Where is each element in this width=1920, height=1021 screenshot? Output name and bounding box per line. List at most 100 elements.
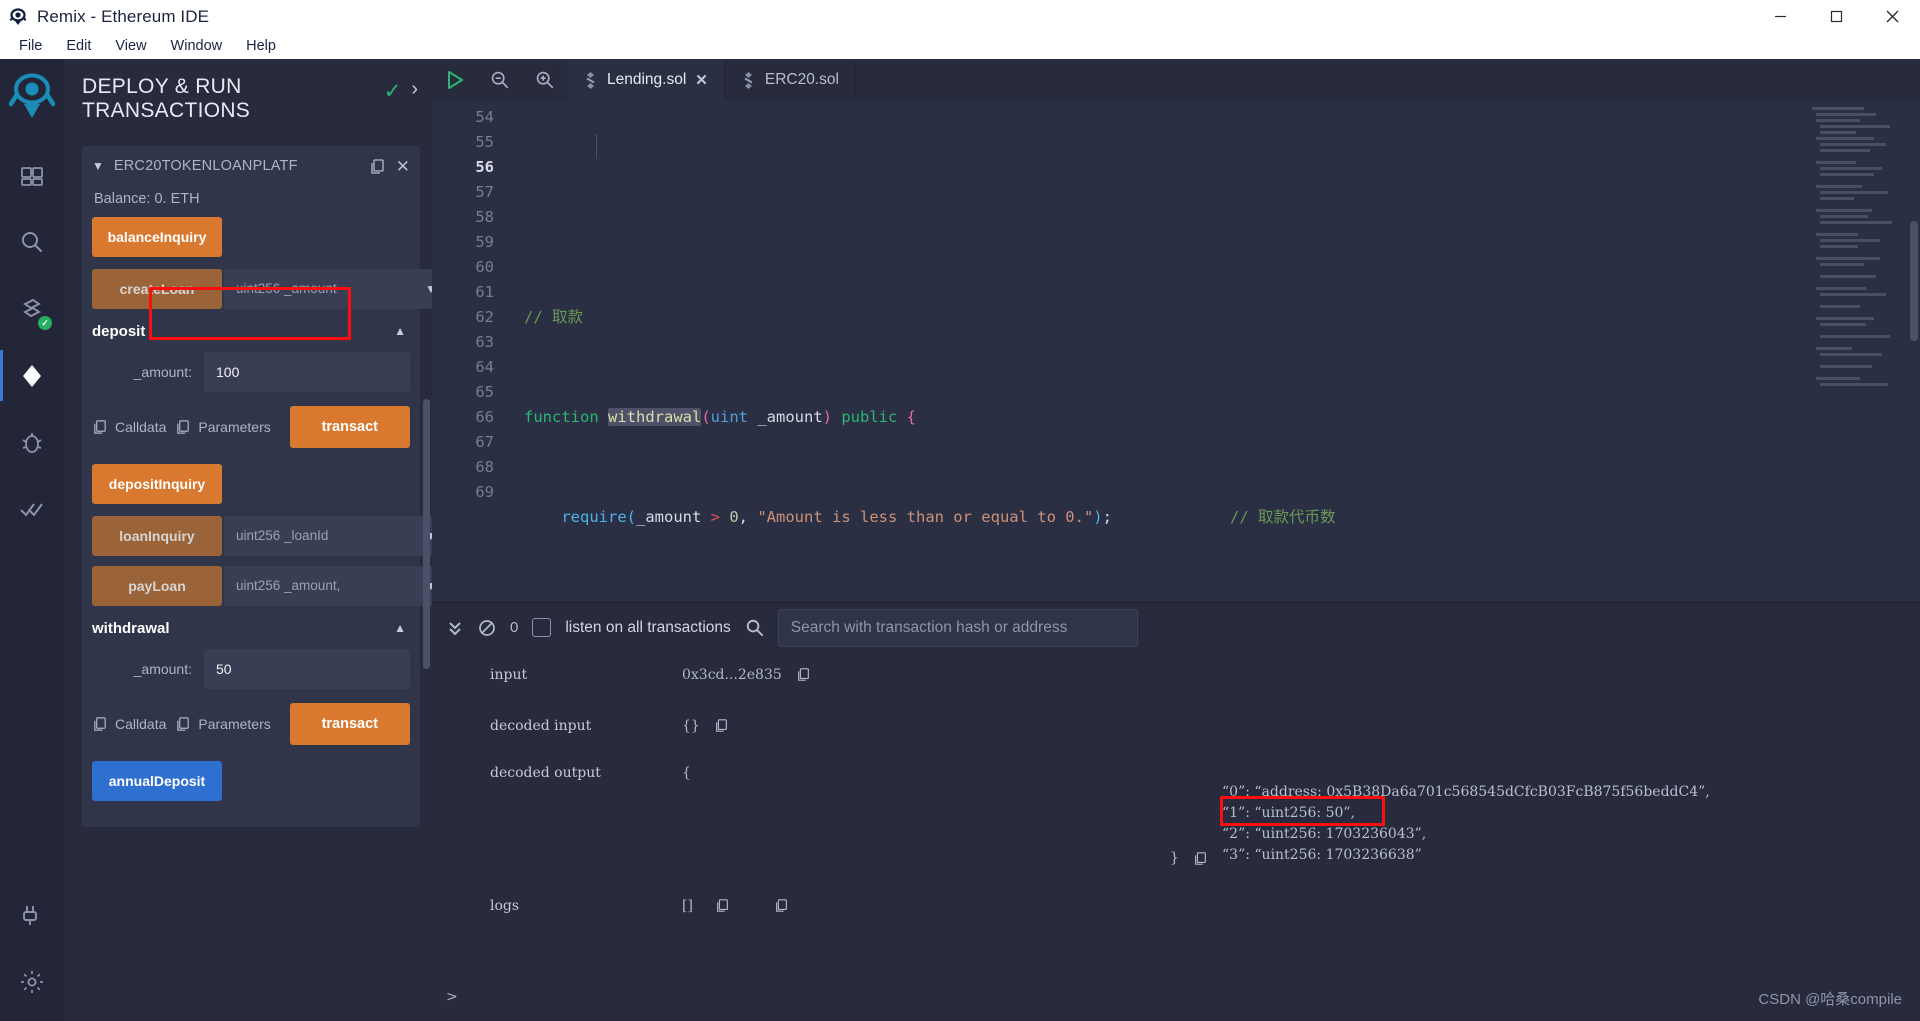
- solidity-file-icon: [583, 71, 598, 89]
- deposit-amount-input[interactable]: [204, 351, 410, 392]
- solidity-file-icon: [741, 71, 756, 89]
- tab-ERC20-sol[interactable]: ERC20.sol: [725, 59, 856, 101]
- annualDeposit-button[interactable]: annualDeposit: [92, 760, 222, 801]
- loanInquiry-input[interactable]: [224, 515, 425, 556]
- row-value-group: []: [682, 898, 789, 914]
- chevron-up-icon[interactable]: ▲: [394, 621, 410, 635]
- copy-icon[interactable]: [796, 667, 811, 682]
- maximize-icon[interactable]: [1808, 0, 1864, 33]
- panel-scroll-region: ▼ ERC20TOKENLOANPLATF ✕ Balance: 0. ETH …: [64, 134, 432, 1021]
- plugin-manager-icon[interactable]: [0, 881, 64, 948]
- chevron-down-icon[interactable]: ▼: [92, 159, 104, 173]
- line-number: 54: [475, 108, 494, 126]
- code-editor[interactable]: 54 55 56 57 58 59 60 61 62 63 64 65 66 6…: [432, 101, 1920, 602]
- withdrawal-calldata-copy[interactable]: Calldata: [92, 716, 166, 732]
- decoded-entry-1: “1”: “uint256: 50”,: [1222, 805, 1355, 821]
- activity-rail: ✓: [0, 59, 64, 1021]
- terminal-prompt-caret[interactable]: >: [446, 989, 458, 1005]
- deposit-section-header[interactable]: deposit ▲: [92, 323, 410, 340]
- menu-view[interactable]: View: [104, 35, 157, 57]
- payLoan-input[interactable]: [224, 565, 425, 606]
- file-explorer-icon[interactable]: [0, 141, 64, 208]
- row-value: {}: [682, 718, 700, 734]
- withdrawal-transact-button[interactable]: transact: [289, 702, 410, 745]
- row-key: logs: [490, 898, 520, 914]
- parameters-label: Parameters: [198, 715, 271, 732]
- code-line-55: // 取款: [524, 305, 1920, 330]
- listen-all-transactions-label[interactable]: listen on all transactions: [565, 619, 730, 637]
- copy-icon[interactable]: [715, 898, 730, 913]
- window-titlebar: Remix - Ethereum IDE: [0, 0, 1920, 33]
- contract-instance-card: ▼ ERC20TOKENLOANPLATF ✕ Balance: 0. ETH …: [82, 145, 432, 827]
- search-icon[interactable]: [0, 208, 64, 275]
- play-run-icon[interactable]: [432, 59, 477, 101]
- line57-comment: // 取款代币数: [1229, 508, 1336, 526]
- remix-logo-icon: [8, 7, 28, 27]
- depositInquiry-button[interactable]: depositInquiry: [92, 463, 222, 504]
- decoded-entry-2: “2”: “uint256: 1703236043”,: [1222, 826, 1427, 842]
- function-row-depositInquiry: depositInquiry: [92, 463, 410, 504]
- row-value-group: 0x3cd...2e835: [682, 667, 811, 683]
- deploy-run-panel: DEPLOY & RUN TRANSACTIONS ✓ › ▼ ERC20TOK…: [64, 59, 432, 1021]
- createLoan-input[interactable]: [224, 268, 425, 309]
- zoom-in-icon[interactable]: [522, 59, 567, 101]
- menu-window[interactable]: Window: [160, 35, 234, 57]
- menu-edit[interactable]: Edit: [55, 35, 102, 57]
- function-row-annualDeposit: annualDeposit: [92, 760, 410, 801]
- copy-icon[interactable]: [1193, 851, 1208, 866]
- search-icon[interactable]: [745, 618, 764, 637]
- checkmark-icon: ✓: [383, 80, 402, 103]
- copy-icon[interactable]: [369, 158, 386, 175]
- unit-testing-icon[interactable]: [0, 476, 64, 543]
- editor-minimap[interactable]: [1810, 101, 1906, 602]
- transaction-count: 0: [510, 619, 519, 636]
- compiler-success-badge: ✓: [38, 316, 52, 330]
- payLoan-button[interactable]: payLoan: [92, 565, 222, 606]
- withdrawal-amount-input[interactable]: [204, 648, 410, 689]
- tab-Lending-sol[interactable]: Lending.sol ✕: [567, 59, 725, 101]
- listen-all-transactions-checkbox[interactable]: [532, 618, 552, 637]
- line-number-gutter: 54 55 56 57 58 59 60 61 62 63 64 65 66 6…: [432, 105, 510, 602]
- solidity-compiler-icon[interactable]: ✓: [0, 275, 64, 342]
- close-icon[interactable]: [1864, 0, 1920, 33]
- balanceInquiry-button[interactable]: balanceInquiry: [92, 216, 222, 257]
- instance-header[interactable]: ▼ ERC20TOKENLOANPLATF ✕: [92, 158, 410, 175]
- deposit-calldata-copy[interactable]: Calldata: [92, 419, 166, 435]
- close-icon[interactable]: ✕: [695, 71, 708, 89]
- editor-vertical-scrollbar[interactable]: [1910, 221, 1918, 341]
- deposit-parameters-copy[interactable]: Parameters: [175, 419, 271, 435]
- withdrawal-section-title: withdrawal: [92, 619, 170, 637]
- deposit-transact-button[interactable]: transact: [289, 405, 410, 448]
- code-line-56: function withdrawal(uint _amount) public…: [524, 408, 916, 426]
- withdrawal-parameters-copy[interactable]: Parameters: [175, 715, 271, 732]
- watermark: CSDN @哈桑compile: [1758, 991, 1902, 1008]
- chevron-up-icon[interactable]: ▲: [394, 324, 410, 338]
- line-number: 66: [475, 408, 494, 426]
- withdrawal-section-header[interactable]: withdrawal ▲: [92, 620, 410, 637]
- line-number: 68: [475, 458, 494, 476]
- copy-icon[interactable]: [714, 718, 729, 733]
- chevrons-down-icon[interactable]: [446, 619, 464, 637]
- deploy-run-icon[interactable]: [0, 342, 64, 409]
- copy-icon[interactable]: [774, 898, 789, 913]
- menu-file[interactable]: File: [8, 35, 53, 57]
- settings-gear-icon[interactable]: [0, 948, 64, 1015]
- transaction-search-input[interactable]: [777, 608, 1138, 647]
- zoom-out-icon[interactable]: [477, 59, 522, 101]
- panel-scrollbar[interactable]: [423, 399, 430, 669]
- minimize-icon[interactable]: [1752, 0, 1808, 33]
- code-line-57: require(_amount > 0, "Amount is less tha…: [561, 508, 1336, 526]
- createLoan-button[interactable]: createLoan: [92, 268, 222, 309]
- terminal-panel: 0 listen on all transactions input 0x3cd…: [432, 602, 1920, 1021]
- chevron-right-icon[interactable]: ›: [411, 78, 418, 101]
- clear-console-icon[interactable]: [478, 619, 496, 637]
- function-row-loanInquiry: loanInquiry ▼: [92, 515, 432, 556]
- menu-help[interactable]: Help: [235, 35, 287, 57]
- code-lines: // 取款 function withdrawal(uint _amount) …: [510, 105, 1920, 602]
- chevron-down-icon[interactable]: ▼: [425, 268, 432, 309]
- code-wrap: 54 55 56 57 58 59 60 61 62 63 64 65 66 6…: [432, 101, 1920, 602]
- close-icon[interactable]: ✕: [396, 158, 410, 175]
- loanInquiry-button[interactable]: loanInquiry: [92, 515, 222, 556]
- debugger-icon[interactable]: [0, 409, 64, 476]
